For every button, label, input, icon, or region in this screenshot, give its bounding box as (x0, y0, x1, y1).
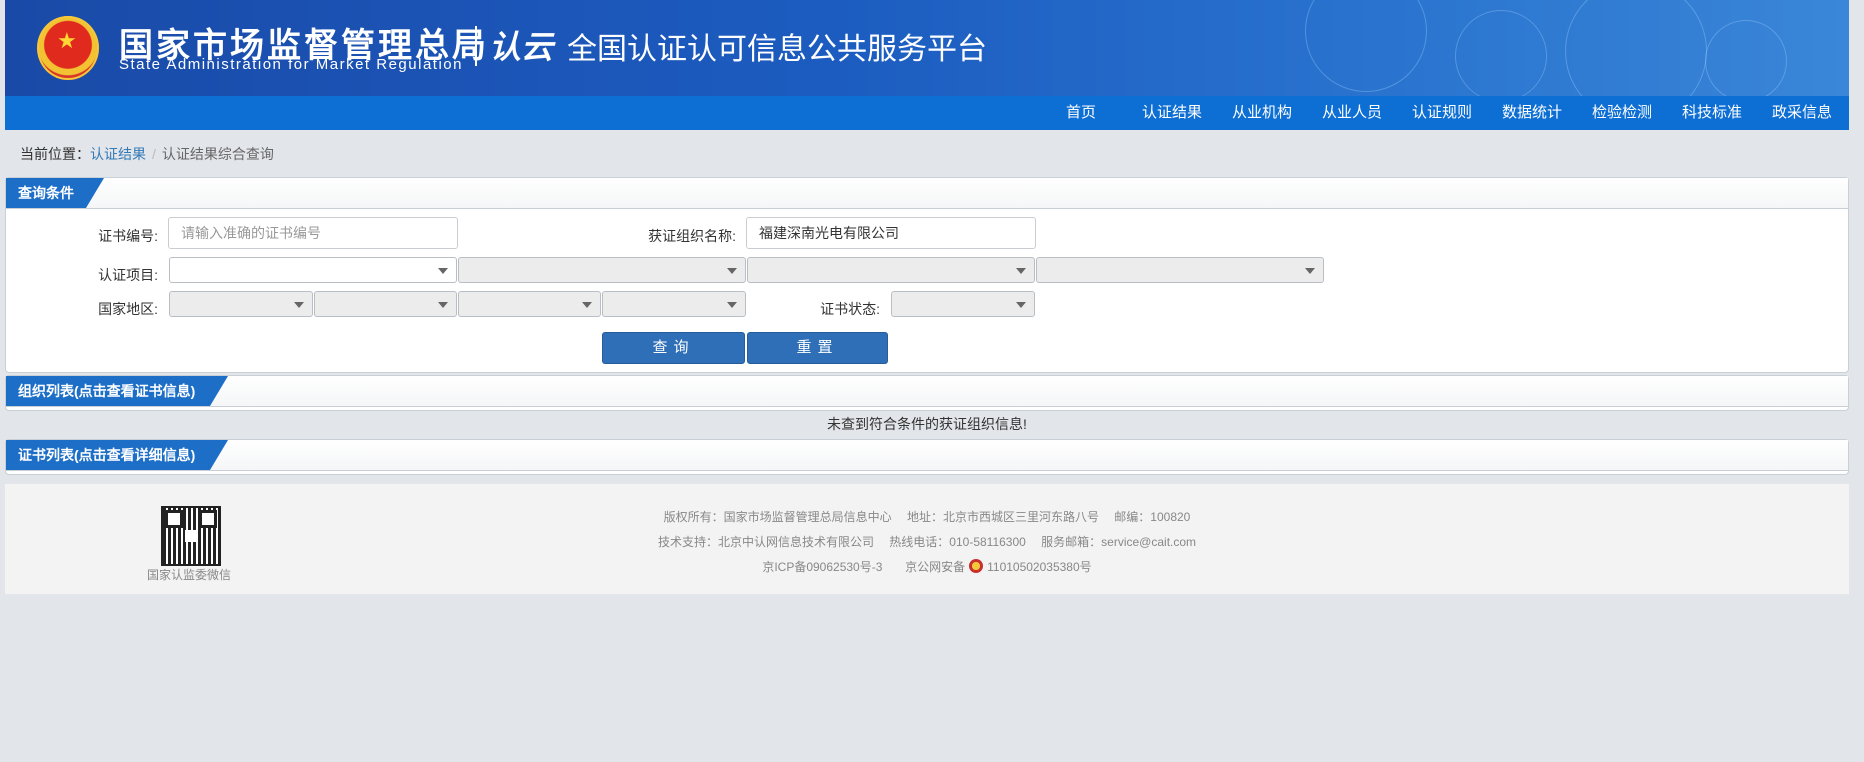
org-name-label: 获证组织名称: (648, 228, 736, 244)
region-select-1[interactable] (169, 291, 313, 317)
agency-name-en: State Administration for Market Regulati… (119, 56, 463, 73)
decorative-hex (1455, 10, 1547, 96)
footer-copyright: 版权所有：国家市场监督管理总局信息中心 地址：北京市西城区三里河东路八号 邮编：… (663, 510, 1191, 524)
nav-item-testing[interactable]: 检验检测 (1592, 96, 1652, 130)
breadcrumb-separator: / (152, 146, 156, 162)
region-select-3[interactable] (458, 291, 601, 317)
cert-no-input[interactable] (168, 217, 458, 249)
query-panel-header: 查询条件 (6, 178, 1848, 209)
chevron-down-icon (1016, 268, 1026, 274)
header-divider (475, 26, 477, 66)
nav-item-rules[interactable]: 认证规则 (1412, 96, 1472, 130)
org-list-title: 组织列表(点击查看证书信息) (6, 376, 228, 406)
org-empty-message: 未查到符合条件的获证组织信息! (827, 416, 1027, 432)
police-number[interactable]: 11010502035380号 (987, 560, 1092, 574)
project-select-3[interactable] (747, 257, 1035, 283)
decorative-hex (1305, 0, 1427, 92)
national-emblem-icon: ★ (37, 16, 99, 80)
breadcrumb-prefix: 当前位置： (20, 146, 90, 162)
footer: 国家认监委微信 版权所有：国家市场监督管理总局信息中心 地址：北京市西城区三里河… (5, 484, 1849, 594)
project-select-4[interactable] (1036, 257, 1324, 283)
breadcrumb: 当前位置：认证结果 / 认证结果综合查询 (20, 144, 274, 164)
org-name-input[interactable] (746, 217, 1036, 249)
cloud-logo-icon: 认云 (489, 29, 554, 65)
chevron-down-icon (582, 302, 592, 308)
org-list-panel-header: 组织列表(点击查看证书信息) (6, 376, 1848, 407)
cert-list-panel: 证书列表(点击查看详细信息) (5, 439, 1849, 475)
status-select[interactable] (891, 291, 1035, 317)
nav-item-home[interactable]: 首页 (1066, 96, 1096, 130)
region-select-4[interactable] (602, 291, 746, 317)
region-select-2[interactable] (314, 291, 457, 317)
cert-list-panel-header: 证书列表(点击查看详细信息) (6, 440, 1848, 471)
nav-item-standards[interactable]: 科技标准 (1682, 96, 1742, 130)
nav-item-statistics[interactable]: 数据统计 (1502, 96, 1562, 130)
project-select-1[interactable] (169, 257, 457, 283)
query-panel-title: 查询条件 (6, 178, 104, 208)
chevron-down-icon (294, 302, 304, 308)
footer-registration: 京ICP备09062530号-3 京公网安备 11010502035380号 (5, 558, 1849, 575)
chevron-down-icon (438, 268, 448, 274)
reset-button[interactable]: 重置 (747, 332, 888, 364)
nav-item-institutions[interactable]: 从业机构 (1232, 96, 1292, 130)
decorative-hex (1565, 0, 1707, 96)
chevron-down-icon (438, 302, 448, 308)
breadcrumb-link[interactable]: 认证结果 (90, 146, 146, 162)
project-label: 认证项目: (98, 267, 158, 283)
region-label: 国家地区: (98, 301, 158, 317)
icp-number[interactable]: 京ICP备09062530号-3 (762, 560, 882, 574)
chevron-down-icon (1016, 302, 1026, 308)
cert-no-label: 证书编号: (98, 228, 158, 244)
chevron-down-icon (727, 268, 737, 274)
police-prefix: 京公网安备 (905, 560, 966, 574)
chevron-down-icon (1305, 268, 1315, 274)
nav-item-cert-results[interactable]: 认证结果 (1142, 96, 1202, 130)
decorative-hex (1705, 20, 1787, 96)
chevron-down-icon (727, 302, 737, 308)
footer-support: 技术支持：北京中认网信息技术有限公司 热线电话：010-58116300 服务邮… (657, 535, 1197, 549)
query-button[interactable]: 查询 (602, 332, 745, 364)
police-badge-icon (969, 559, 984, 573)
main-nav: 首页 认证结果 从业机构 从业人员 认证规则 数据统计 检验检测 科技标准 政采… (5, 96, 1849, 130)
status-label: 证书状态: (820, 301, 880, 317)
header-banner: ★ 国家市场监督管理总局 State Administration for Ma… (5, 0, 1849, 96)
org-list-panel: 组织列表(点击查看证书信息) (5, 375, 1849, 411)
platform-title: 全国认证认可信息公共服务平台 (567, 32, 987, 67)
project-select-2[interactable] (458, 257, 746, 283)
breadcrumb-current: 认证结果综合查询 (161, 146, 274, 162)
nav-item-personnel[interactable]: 从业人员 (1322, 96, 1382, 130)
cert-list-title: 证书列表(点击查看详细信息) (6, 440, 228, 470)
nav-item-procurement[interactable]: 政采信息 (1772, 96, 1832, 130)
